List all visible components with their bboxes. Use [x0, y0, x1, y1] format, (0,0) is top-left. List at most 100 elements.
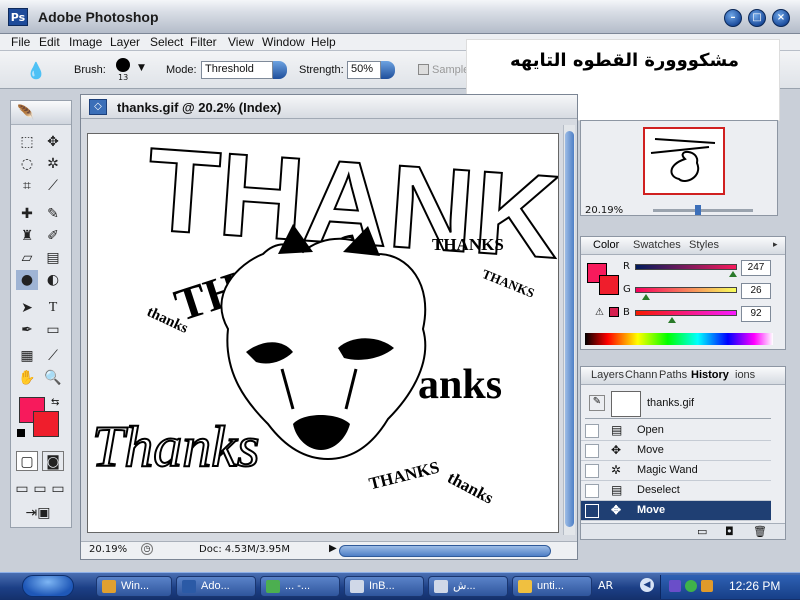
slider-thumb[interactable] — [728, 271, 737, 277]
tab-paths[interactable]: Paths — [659, 369, 687, 381]
brush-preview-icon[interactable] — [116, 58, 130, 72]
slice-tool-icon[interactable]: ⟋ — [42, 176, 64, 196]
horizontal-scrollbar[interactable] — [339, 545, 551, 557]
vertical-scroll-thumb[interactable] — [565, 131, 574, 527]
network-icon[interactable] — [669, 580, 681, 592]
history-brush-source-icon[interactable]: ✎ — [589, 395, 605, 411]
slider-thumb[interactable] — [642, 294, 651, 300]
standard-mode-icon[interactable]: ▢ — [16, 451, 38, 471]
channel-r-slider[interactable] — [635, 264, 737, 277]
default-colors-icon[interactable] — [17, 429, 25, 437]
menu-edit[interactable]: Edit — [39, 35, 60, 49]
messenger-status-icon[interactable] — [685, 580, 697, 592]
document-title-bar[interactable]: ◇ thanks.gif @ 20.2% (Index) — [81, 95, 577, 119]
tab-swatches[interactable]: Swatches — [633, 239, 681, 251]
menu-filter[interactable]: Filter — [190, 35, 217, 49]
gamut-color-swatch[interactable] — [609, 307, 619, 317]
eraser-tool-icon[interactable]: ▱ — [16, 248, 38, 268]
crop-tool-icon[interactable]: ⌗ — [16, 176, 38, 196]
type-tool-icon[interactable]: T — [42, 298, 64, 318]
history-item[interactable]: ▤ Open — [581, 421, 771, 441]
history-brush-checkbox[interactable] — [585, 464, 599, 478]
close-button[interactable]: × — [772, 9, 790, 27]
marquee-tool-icon[interactable]: ⬚ — [16, 132, 38, 152]
tab-actions[interactable]: ions — [735, 369, 755, 381]
color-bg-swatch[interactable] — [599, 275, 619, 295]
navigator-slider-thumb[interactable] — [695, 205, 701, 215]
eyedropper-tool-icon[interactable]: ⟋ — [42, 346, 64, 366]
tab-history[interactable]: History — [691, 369, 729, 381]
navigator-thumbnail[interactable] — [643, 127, 725, 195]
channel-g-slider[interactable] — [635, 287, 737, 300]
channel-g-value[interactable]: 26 — [741, 283, 771, 299]
status-menu-icon[interactable]: ◷ — [141, 543, 153, 555]
tab-color[interactable]: Color — [593, 239, 619, 251]
navigator-zoom[interactable]: 20.19% — [585, 205, 623, 216]
dodge-tool-icon[interactable]: ◐ — [42, 270, 64, 290]
menu-view[interactable]: View — [228, 35, 254, 49]
channel-b-slider[interactable] — [635, 310, 737, 323]
strength-input[interactable]: 50% — [347, 61, 381, 79]
hand-tool-icon[interactable]: ✋ — [16, 368, 38, 388]
color-ramp[interactable] — [585, 333, 773, 345]
screen-mode-standard-icon[interactable]: ▭ — [14, 479, 30, 499]
toolbox-header[interactable]: 🪶 — [11, 101, 71, 125]
tray-expand-icon[interactable]: ◀ — [640, 578, 654, 592]
image-canvas[interactable]: THANKS THANKS THANKS THANKS thanks anks … — [87, 133, 559, 533]
menu-layer[interactable]: Layer — [110, 35, 140, 49]
new-snapshot-icon[interactable]: ◘ — [725, 525, 734, 538]
taskbar-item[interactable]: Win... — [96, 576, 172, 597]
maximize-button[interactable]: □ — [748, 9, 766, 27]
healing-brush-tool-icon[interactable]: ✚ — [16, 204, 38, 224]
brush-tool-icon[interactable]: ✎ — [42, 204, 64, 224]
gradient-tool-icon[interactable]: ▤ — [42, 248, 64, 268]
history-snapshot[interactable]: ✎ thanks.gif — [585, 389, 771, 419]
history-item-selected[interactable]: ✥ Move — [581, 501, 771, 521]
mode-dropdown-arrow[interactable] — [273, 61, 287, 79]
panel-menu-icon[interactable]: ▸ — [773, 239, 778, 250]
quick-mask-mode-icon[interactable]: ◙ — [42, 451, 64, 471]
tab-styles[interactable]: Styles — [689, 239, 719, 251]
start-button[interactable] — [22, 575, 74, 597]
zoom-tool-icon[interactable]: 🔍 — [42, 368, 64, 388]
menu-file[interactable]: File — [11, 35, 30, 49]
vertical-scrollbar[interactable] — [563, 125, 575, 535]
screen-mode-menu-icon[interactable]: ▭ — [32, 479, 48, 499]
swap-colors-icon[interactable]: ⇆ — [51, 397, 59, 408]
lasso-tool-icon[interactable]: ◌ — [16, 154, 38, 174]
history-brush-checkbox[interactable] — [585, 504, 599, 518]
taskbar-item[interactable]: ... -... — [260, 576, 340, 597]
taskbar-item-active[interactable]: Ado... — [176, 576, 256, 597]
chevron-down-icon[interactable]: ▼ — [138, 63, 145, 73]
mode-select[interactable]: Threshold — [201, 61, 273, 79]
tab-channels[interactable]: Chann — [625, 369, 657, 381]
history-item[interactable]: ✲ Magic Wand — [581, 461, 771, 481]
minimize-button[interactable]: – — [724, 9, 742, 27]
zoom-level[interactable]: 20.19% — [89, 544, 127, 555]
sample-checkbox[interactable] — [418, 64, 429, 75]
navigator-zoom-slider[interactable] — [653, 209, 753, 212]
gamut-warning-icon[interactable]: ⚠ — [595, 307, 604, 318]
volume-icon[interactable] — [701, 580, 713, 592]
channel-r-value[interactable]: 247 — [741, 260, 771, 276]
trash-icon[interactable]: 🗑 — [753, 525, 767, 538]
taskbar-item[interactable]: ش... — [428, 576, 508, 597]
magic-wand-tool-icon[interactable]: ✲ — [42, 154, 64, 174]
tab-layers[interactable]: Layers — [591, 369, 624, 381]
clone-stamp-tool-icon[interactable]: ♜ — [16, 226, 38, 246]
history-item[interactable]: ✥ Move — [581, 441, 771, 461]
menu-window[interactable]: Window — [262, 35, 305, 49]
strength-dropdown-arrow[interactable] — [381, 61, 395, 79]
screen-mode-full-icon[interactable]: ▭ — [50, 479, 66, 499]
history-brush-checkbox[interactable] — [585, 444, 599, 458]
shape-tool-icon[interactable]: ▭ — [42, 320, 64, 340]
new-document-icon[interactable]: ▭ — [697, 525, 707, 538]
history-brush-checkbox[interactable] — [585, 424, 599, 438]
sponge-tool-button[interactable]: ● — [16, 270, 38, 290]
status-arrow-icon[interactable]: ▶ — [329, 543, 337, 554]
language-indicator[interactable]: AR — [598, 579, 613, 592]
menu-image[interactable]: Image — [69, 35, 102, 49]
menu-select[interactable]: Select — [150, 35, 183, 49]
channel-b-value[interactable]: 92 — [741, 306, 771, 322]
move-tool-icon[interactable]: ✥ — [42, 132, 64, 152]
